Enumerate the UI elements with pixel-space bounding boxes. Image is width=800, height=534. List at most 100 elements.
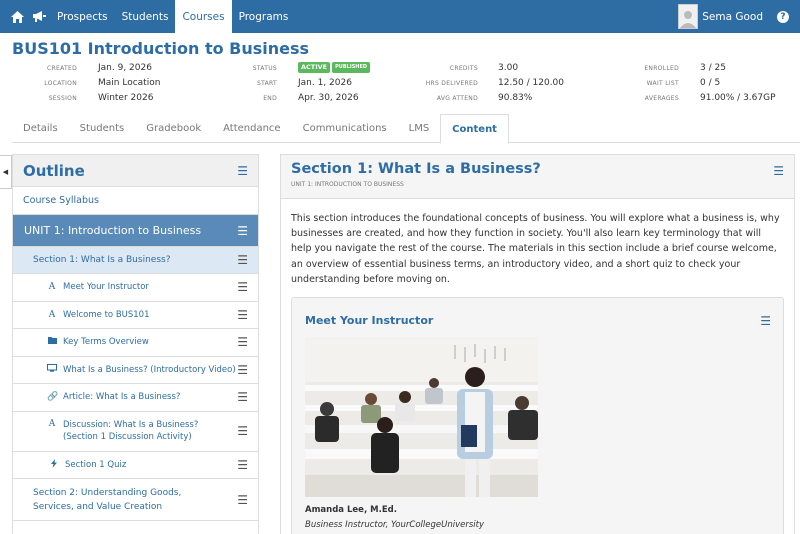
outline-subitem-label: Key Terms Overview [63,337,149,348]
tab-gradebook[interactable]: Gradebook [135,114,212,143]
tab-content[interactable]: Content [440,114,509,144]
outline-item-section-1[interactable]: Section 1: What Is a Business? ☰ [13,247,258,274]
location-label: Location [44,80,77,87]
content-panel: Section 1: What Is a Business? UNIT 1: I… [280,154,795,534]
outline-header: Outline ☰ [13,155,258,187]
end-label: End [263,95,277,102]
tab-students[interactable]: Students [69,114,136,143]
outline-menu-icon[interactable]: ☰ [237,164,248,178]
credits-value: 3.00 [498,63,519,73]
session-value: Winter 2026 [98,93,154,103]
nav-programs[interactable]: Programs [232,0,296,33]
outline-item-label: UNIT 1: Introduction to Business [24,224,202,237]
drag-handle-icon[interactable]: ☰ [237,363,248,377]
hrs-delivered-value: 12.50 / 120.00 [498,78,565,88]
drag-handle-icon[interactable]: ☰ [237,458,248,472]
drag-handle-icon[interactable]: ☰ [237,424,248,438]
averages-label: Averages [644,95,679,102]
outline-subitem[interactable]: A Meet Your Instructor ☰ [13,274,258,302]
outline-subitem[interactable]: Section 1 Quiz ☰ [13,452,258,479]
home-icon[interactable] [6,0,28,33]
outline-subitem[interactable]: A Discussion: What Is a Business? (Sectio… [13,412,258,452]
outline-subitem[interactable]: What Is a Business? (Introductory Video)… [13,357,258,384]
outline-subitem-label: Discussion: What Is a Business? (Section… [63,420,199,442]
instructor-role: Business Instructor, YourCollegeUniversi… [305,520,484,530]
content-header: Section 1: What Is a Business? UNIT 1: I… [281,155,794,199]
link-icon: 🔗 [47,392,59,403]
outline-subitem-label: What Is a Business? (Introductory Video) [63,364,236,375]
drag-handle-icon[interactable]: ☰ [237,253,248,267]
instructor-name: Amanda Lee, M.Ed. [305,505,397,515]
start-value: Jan. 1, 2026 [298,78,352,88]
help-icon[interactable]: ? [777,10,789,23]
tab-details[interactable]: Details [12,114,69,143]
text-icon: A [48,419,56,429]
created-label: Created [47,65,77,72]
top-navbar: Prospects Students Courses Programs Sema… [0,0,800,33]
outline-subitem-label: Article: What Is a Business? [63,392,181,403]
nav-prospects[interactable]: Prospects [50,0,115,33]
outline-item-label: Section 1: What Is a Business? [33,255,171,265]
drag-handle-icon[interactable]: ☰ [237,224,248,238]
start-label: Start [256,80,277,87]
outline-subitem-label: Meet Your Instructor [63,282,149,293]
section-subtitle: UNIT 1: INTRODUCTION TO BUSINESS [291,181,404,188]
instructor-photo [305,337,538,497]
enrolled-value: 3 / 25 [700,63,726,73]
hrs-delivered-label: Hrs Delivered [425,80,478,87]
section-menu-icon[interactable]: ☰ [773,164,784,178]
course-meta: Created Jan. 9, 2026 Status ACTIVE PUBLIS… [0,61,800,107]
outline-subitem[interactable]: A Welcome to BUS101 ☰ [13,302,258,329]
tab-lms[interactable]: LMS [398,114,441,143]
end-value: Apr. 30, 2026 [298,93,359,103]
drag-handle-icon[interactable]: ☰ [237,335,248,349]
outline-title: Outline [23,161,85,180]
caret-left-icon: ◀ [2,168,9,176]
course-tabs: Details Students Gradebook Attendance Co… [12,114,800,144]
collapse-outline-button[interactable]: ◀ [0,155,12,189]
outline-subitem-label: Section 1 Quiz [65,459,127,470]
outline-item-unit[interactable]: UNIT 1: Introduction to Business ☰ [13,215,258,247]
instructor-card: Meet Your Instructor ☰ Amanda Lee, M.Ed.… [291,297,784,534]
drag-handle-icon[interactable]: ☰ [237,280,248,294]
section-title: Section 1: What Is a Business? [291,161,541,177]
status-badge: ACTIVE [298,62,331,73]
bolt-icon [49,458,59,471]
nav-students[interactable]: Students [115,0,176,33]
outline-item-syllabus[interactable]: Course Syllabus [13,187,258,215]
tab-communications[interactable]: Communications [292,114,398,143]
outline-panel: Outline ☰ Course Syllabus UNIT 1: Introd… [12,154,259,534]
page-title: BUS101 Introduction to Business [12,39,310,58]
status-value: ACTIVE PUBLISHED [298,61,372,76]
drag-handle-icon[interactable]: ☰ [237,390,248,404]
nav-courses[interactable]: Courses [175,0,232,33]
published-badge: PUBLISHED [332,62,371,73]
avg-attend-value: 90.83% [498,93,533,103]
outline-item-label: Course Syllabus [23,195,99,206]
enrolled-label: Enrolled [644,65,679,72]
text-icon: A [48,282,56,293]
tab-attendance[interactable]: Attendance [212,114,291,143]
session-label: Session [48,95,77,102]
outline-item-section-2[interactable]: Section 2: Understanding Goods, Services… [13,479,258,521]
averages-value: 91.00% / 3.67GP [700,93,776,103]
folder-icon [47,337,57,347]
waitlist-label: Wait List [646,80,679,87]
section-description: This section introduces the foundational… [291,213,780,285]
waitlist-value: 0 / 5 [700,78,721,88]
outline-subitem-label: Welcome to BUS101 [63,309,150,320]
text-icon: A [48,309,56,320]
video-icon [47,364,57,375]
drag-handle-icon[interactable]: ☰ [237,308,248,322]
outline-item-label: Section 2: Understanding Goods, Services… [33,487,182,512]
user-name[interactable]: Sema Good [702,11,763,23]
avatar[interactable] [678,4,699,29]
card-title: Meet Your Instructor [305,314,434,327]
location-value: Main Location [98,78,161,88]
created-value: Jan. 9, 2026 [98,63,152,73]
outline-subitem[interactable]: Key Terms Overview ☰ [13,329,258,357]
drag-handle-icon[interactable]: ☰ [237,493,248,507]
card-menu-icon[interactable]: ☰ [760,314,771,328]
outline-subitem[interactable]: 🔗 Article: What Is a Business? ☰ [13,384,258,412]
megaphone-icon[interactable] [28,0,50,33]
